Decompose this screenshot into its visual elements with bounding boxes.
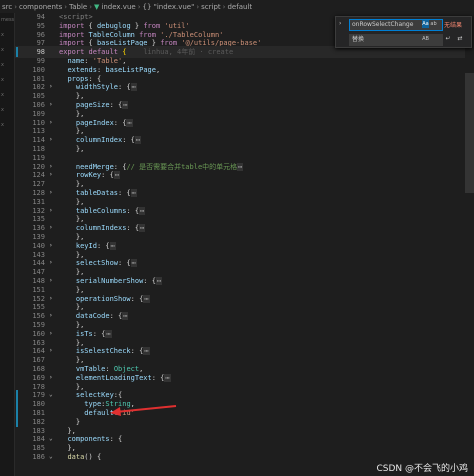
toggle-replace-chevron-icon[interactable]: › [339, 20, 341, 27]
sidebar-item[interactable]: x [0, 88, 14, 103]
code-token: data [67, 453, 85, 461]
code-token: () { [84, 453, 102, 461]
breadcrumb-item[interactable]: {} "index.vue" [142, 3, 196, 11]
breadcrumb-item[interactable]: script [200, 3, 222, 11]
explorer-sidebar[interactable]: messaxxxxxxx [0, 13, 15, 476]
code-editor[interactable]: 94 <script> 95 import { debuglog } from 'ut… [15, 13, 474, 476]
preserve-case-option[interactable]: AB [422, 35, 429, 43]
code-text: data() { [59, 451, 101, 463]
breadcrumb-item[interactable]: Table [68, 3, 88, 11]
scrollbar-thumb[interactable] [465, 73, 474, 193]
sidebar-item[interactable]: x [0, 73, 14, 88]
sidebar-item[interactable]: x [0, 28, 14, 43]
breadcrumb-item[interactable]: index.vue [100, 3, 136, 11]
sidebar-item[interactable]: x [0, 118, 14, 133]
match-case-option[interactable]: Aa [422, 20, 429, 28]
replace-one-icon[interactable]: ↵ [444, 35, 452, 43]
sidebar-item[interactable]: messa [0, 13, 14, 28]
sidebar-item[interactable]: x [0, 58, 14, 73]
fold-expanded-chevron-icon[interactable]: ⌄ [49, 451, 57, 463]
match-whole-word-option[interactable]: ab [430, 20, 437, 28]
find-widget: › onRowSelectChange Aa ab .* 无结果 替换 AB ↵… [335, 16, 472, 48]
vue-file-icon: ▼ [94, 2, 100, 11]
replace-all-icon[interactable]: ⇄ [456, 35, 464, 43]
breadcrumb-item[interactable]: components [18, 3, 63, 11]
breadcrumb-item[interactable]: src [1, 3, 13, 11]
editor-scrollbar[interactable] [465, 13, 474, 476]
find-status: 无结果 [444, 22, 463, 29]
sidebar-item[interactable]: x [0, 43, 14, 58]
breadcrumb: src › components › Table › ▼ index.vue ›{} "inde… [0, 0, 474, 13]
sidebar-item[interactable]: x [0, 103, 14, 118]
breadcrumb-item[interactable]: default [226, 3, 253, 11]
csdn-watermark: CSDN @不会飞的小鸡 [376, 464, 468, 474]
line-number: 186 [32, 453, 45, 461]
